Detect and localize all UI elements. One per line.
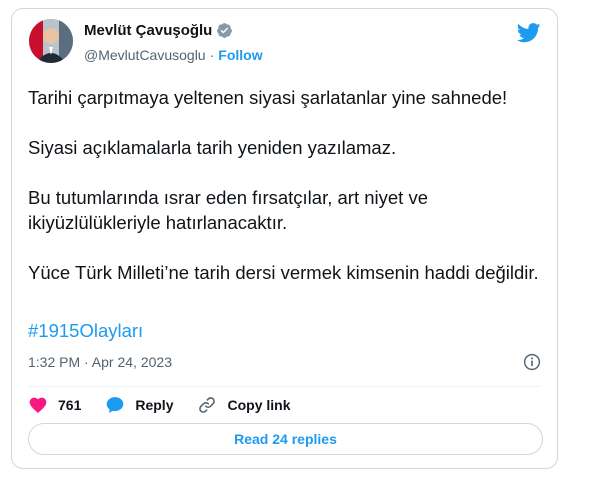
reply-button[interactable]: Reply xyxy=(105,395,173,415)
like-button[interactable]: 761 xyxy=(28,395,81,415)
tweet-card: Mevlüt Çavuşoğlu @MevlutCavusoglu · Foll… xyxy=(11,8,558,469)
tweet-paragraph: Yüce Türk Milleti’ne tarih dersi vermek … xyxy=(28,262,539,283)
copy-link-label: Copy link xyxy=(227,397,291,413)
copy-link-button[interactable]: Copy link xyxy=(197,395,291,415)
author-handle[interactable]: @MevlutCavusoglu xyxy=(84,47,206,63)
avatar[interactable] xyxy=(29,19,73,63)
action-bar: 761 Reply Copy link xyxy=(28,394,315,416)
handle-separator: · xyxy=(209,47,215,63)
tweet-paragraph: Siyasi açıklamalarla tarih yeniden yazıl… xyxy=(28,137,397,158)
read-replies-button[interactable]: Read 24 replies xyxy=(28,423,543,455)
tweet-timestamp[interactable]: 1:32 PM · Apr 24, 2023 xyxy=(28,354,172,370)
info-icon[interactable] xyxy=(523,353,541,371)
author-name[interactable]: Mevlüt Çavuşoğlu xyxy=(84,22,212,39)
twitter-bird-icon[interactable] xyxy=(516,23,541,43)
verified-badge-icon xyxy=(216,22,233,39)
reply-label: Reply xyxy=(135,397,174,413)
like-count: 761 xyxy=(58,397,82,413)
handle-row: @MevlutCavusoglu · Follow xyxy=(84,47,263,63)
tweet-paragraph: Bu tutumlarında ısrar eden fırsatçılar, … xyxy=(28,187,428,233)
divider xyxy=(28,386,541,387)
author-name-row[interactable]: Mevlüt Çavuşoğlu xyxy=(84,22,233,39)
tweet-text: Tarihi çarpıtmaya yeltenen siyasi şarlat… xyxy=(28,85,543,310)
link-icon xyxy=(197,395,217,415)
reply-bubble-icon xyxy=(105,395,125,415)
tweet-paragraph: Tarihi çarpıtmaya yeltenen siyasi şarlat… xyxy=(28,87,508,108)
hashtag-link[interactable]: #1915Olayları xyxy=(28,320,143,342)
heart-icon xyxy=(28,395,48,415)
follow-button[interactable]: Follow xyxy=(218,47,262,63)
